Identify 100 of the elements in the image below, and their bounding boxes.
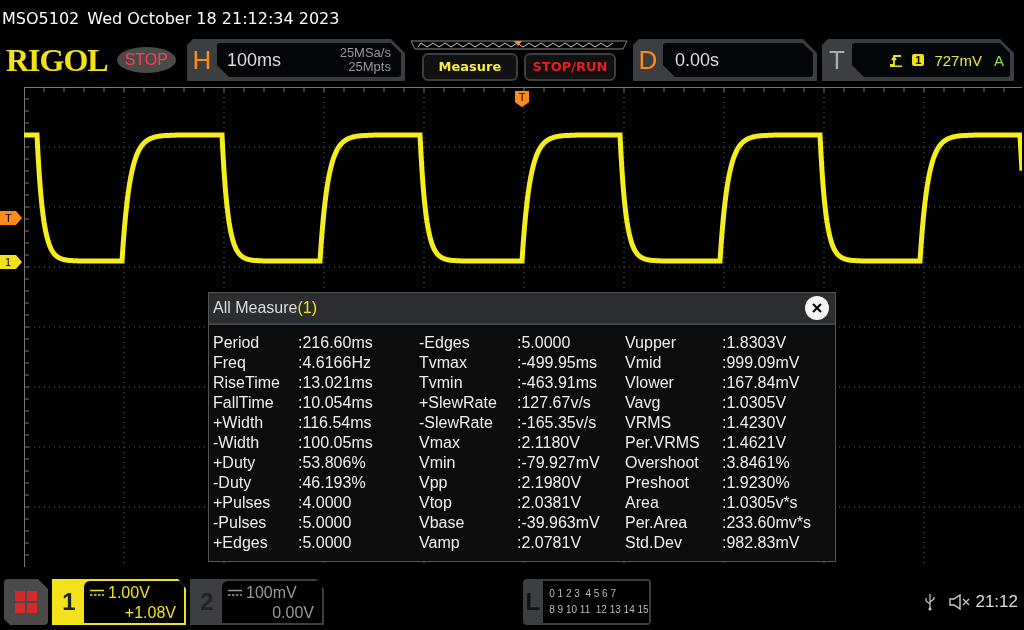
measurement-name: Vbase xyxy=(419,513,466,533)
measurement-value: :46.193% xyxy=(298,473,367,493)
measurement-name: RiseTime xyxy=(213,373,281,393)
measurement-name: Vavg xyxy=(625,393,662,413)
measurement-name: Per.Area xyxy=(625,513,689,533)
delay-panel[interactable]: D 0.00s xyxy=(632,39,817,81)
measurement-value: :-499.95ms xyxy=(517,353,599,373)
trigger-mode: A xyxy=(993,51,1004,69)
delay-label: D xyxy=(637,44,659,76)
measurement-value: :1.0305V xyxy=(722,393,788,413)
measurement-value: :5.0000 xyxy=(298,533,353,553)
grid-icon xyxy=(15,591,37,613)
brand-logo: RIGOL xyxy=(6,41,108,79)
measurement-value: :2.0381V xyxy=(517,493,583,513)
measurement-name: Freq xyxy=(213,353,247,373)
menu-button[interactable] xyxy=(4,579,48,625)
measurement-value: :1.0305v*s xyxy=(722,493,799,513)
measurement-value: :10.054ms xyxy=(298,393,374,413)
measurement-name: -Pulses xyxy=(213,513,268,533)
trigger-level: 727mV xyxy=(934,51,982,69)
measurement-name: +Duty xyxy=(213,453,257,473)
measurement-value: :3.8461% xyxy=(722,453,791,473)
measurement-name: +Edges xyxy=(213,533,269,553)
measurement-value: :2.1980V xyxy=(517,473,583,493)
measurement-name: Vmax xyxy=(419,433,461,453)
measurement-value: :53.806% xyxy=(298,453,367,473)
trigger-label: T xyxy=(828,44,846,76)
measure-button[interactable]: Measure xyxy=(421,52,518,81)
measurement-value: :-39.963mV xyxy=(517,513,601,533)
dc-coupling-icon xyxy=(228,589,242,597)
measurement-name: Tvmax xyxy=(419,353,468,373)
measurement-name: Vtop xyxy=(419,493,453,513)
measurement-value: :1.4230V xyxy=(722,413,788,433)
usb-icon xyxy=(925,593,936,611)
measurement-value: :999.09mV xyxy=(722,353,801,373)
model-name: MSO5102 xyxy=(2,8,80,28)
close-icon xyxy=(812,303,822,313)
measurement-name: -Edges xyxy=(419,333,471,353)
horizontal-panel[interactable]: H 100ms 25MSa/s 25Mpts xyxy=(186,39,405,81)
channel-offset: +1.08V xyxy=(123,603,176,623)
channel-offset-marker[interactable]: 1 xyxy=(0,255,22,269)
measurement-value: :127.67v/s xyxy=(517,393,592,413)
measurement-value: :1.8303V xyxy=(722,333,788,353)
measurement-name: Vmid xyxy=(625,353,663,373)
measurement-value: :982.83mV xyxy=(722,533,801,553)
delay-value: 0.00s xyxy=(674,49,719,71)
measurement-value: :116.54ms xyxy=(298,413,373,433)
stop-run-button[interactable]: STOP/RUN xyxy=(523,52,616,81)
measurement-name: Vupper xyxy=(625,333,677,353)
trigger-position-marker[interactable]: T xyxy=(515,91,529,107)
dialog-title: All Measure xyxy=(213,299,298,317)
sample-rate: 25MSa/s xyxy=(339,46,391,60)
date-time: Wed October 18 21:12:34 2023 xyxy=(87,8,340,28)
measurement-name: -Width xyxy=(213,433,261,453)
measurement-name: Area xyxy=(625,493,660,513)
measurement-name: +Width xyxy=(213,413,265,433)
measurement-value: :1.9230% xyxy=(722,473,791,493)
measurement-value: :2.1180V xyxy=(517,433,581,453)
trigger-source-badge: 1 xyxy=(912,54,925,66)
horizontal-label: H xyxy=(191,44,213,76)
measurement-value: :13.021ms xyxy=(298,373,374,393)
measurement-name: Per.VRMS xyxy=(625,433,701,453)
channel-panel[interactable]: 1 1.00V +1.08V xyxy=(52,579,186,625)
measurement-value: :167.84mV xyxy=(722,373,801,393)
measurement-name: -Duty xyxy=(213,473,253,493)
measurement-name: Vpp xyxy=(419,473,449,493)
channel-scale: 1.00V xyxy=(108,583,150,603)
measurement-name: Overshoot xyxy=(625,453,700,473)
measurement-value: :2.0781V xyxy=(517,533,583,553)
measurement-name: FallTime xyxy=(213,393,275,413)
measurement-name: Preshoot xyxy=(625,473,691,493)
measurement-value: :5.0000 xyxy=(517,333,572,353)
digital-channel-numbers: 8 9 10 11 12 13 14 15 xyxy=(549,603,649,617)
measurement-value: :5.0000 xyxy=(298,513,353,533)
measurement-name: Vlower xyxy=(625,373,675,393)
dc-coupling-icon xyxy=(90,589,104,597)
close-button[interactable] xyxy=(805,296,829,320)
measurement-name: Tvmin xyxy=(419,373,464,393)
measurement-value: :216.60ms xyxy=(298,333,374,353)
measurement-value: :-79.927mV xyxy=(517,453,601,473)
measurement-value: :-463.91ms xyxy=(517,373,599,393)
channel-number: 1 xyxy=(61,587,77,617)
measurement-value: :233.60mv*s xyxy=(722,513,812,533)
measure-source: (1) xyxy=(297,299,318,317)
channel-scale: 100mV xyxy=(246,583,297,603)
measurement-value: :4.6166Hz xyxy=(298,353,372,373)
memory-depth: 25Mpts xyxy=(348,60,391,74)
measurement-value: :4.0000 xyxy=(298,493,353,513)
muted-speaker-icon[interactable] xyxy=(949,594,972,610)
measurement-name: Vmin xyxy=(419,453,457,473)
measurement-name: VRMS xyxy=(625,413,673,433)
channel-offset: 0.00V xyxy=(271,603,314,623)
trigger-level-marker[interactable]: T xyxy=(0,211,22,225)
measurement-name: +Pulses xyxy=(213,493,272,513)
measurement-name: -SlewRate xyxy=(419,413,494,433)
timebase-value: 100ms xyxy=(226,49,281,71)
measurement-name: Period xyxy=(213,333,261,353)
measurement-name: Std.Dev xyxy=(625,533,683,553)
trigger-panel[interactable]: T 1 727mV A xyxy=(821,39,1014,81)
measurement-name: +SlewRate xyxy=(419,393,498,413)
